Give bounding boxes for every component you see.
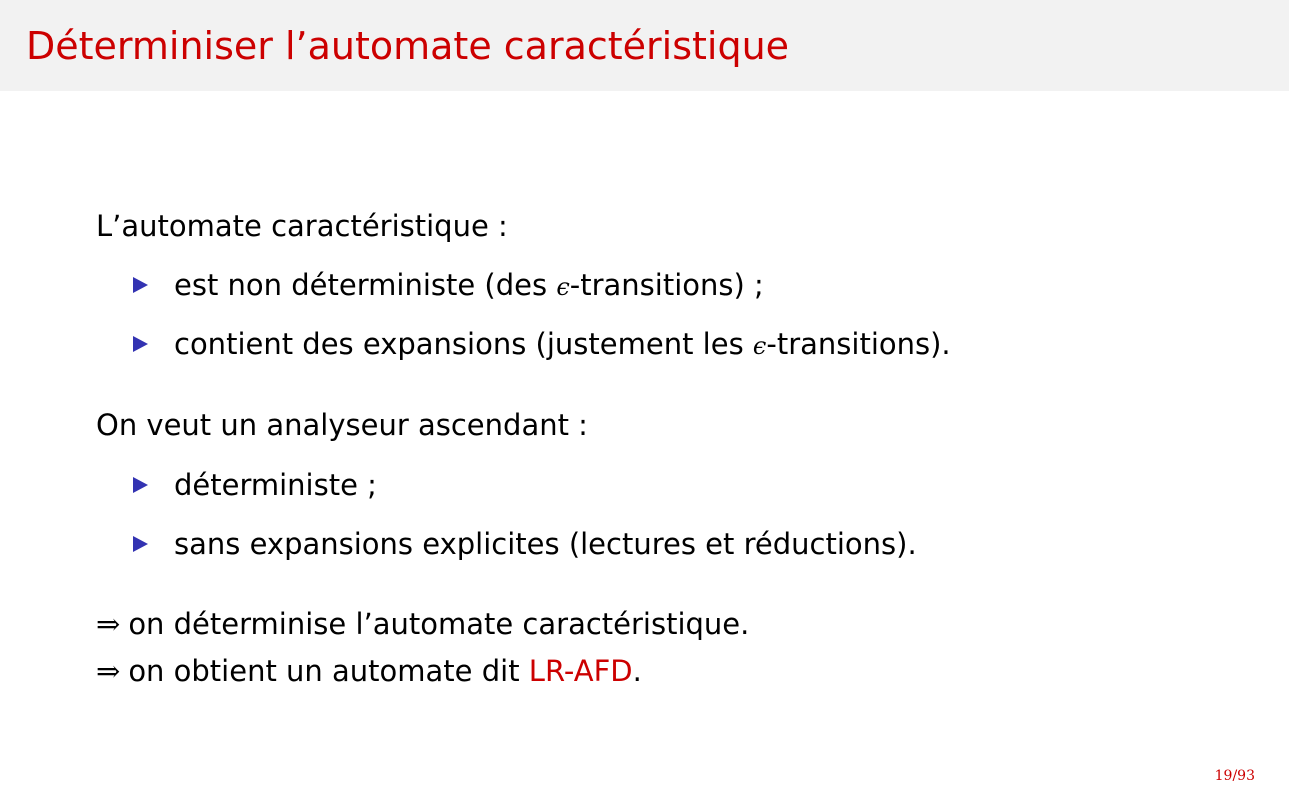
item-text: déterministe ; <box>174 468 377 502</box>
epsilon-symbol: ϵ <box>752 332 767 360</box>
item-text: contient des expansions (justement les <box>174 327 753 361</box>
triangle-bullet-icon <box>133 536 148 552</box>
slide-content: L’automate caractéristique : est non dét… <box>0 0 1289 794</box>
implies-arrow-icon: ⇒ <box>96 654 121 688</box>
implies-arrow-icon: ⇒ <box>96 607 121 641</box>
conclusion-text: . <box>632 654 642 688</box>
item-text: -transitions) ; <box>569 268 764 302</box>
item-text: sans expansions explicites (lectures et … <box>174 527 917 561</box>
conclusion-line-2: ⇒ on obtient un automate dit LR-AFD. <box>96 651 642 691</box>
conclusion-line-1: ⇒ on déterminise l’automate caractéristiq… <box>96 604 749 644</box>
triangle-bullet-icon <box>133 477 148 493</box>
section2-intro: On veut un analyseur ascendant : <box>96 408 588 442</box>
conclusion-text: on obtient un automate dit <box>128 654 529 688</box>
page-number: 19/93 <box>1214 768 1255 784</box>
epsilon-symbol: ϵ <box>556 273 570 301</box>
triangle-bullet-icon <box>133 277 148 293</box>
list-item: est non déterministe (des ϵ-transitions)… <box>133 265 764 307</box>
section1-intro: L’automate caractéristique : <box>96 209 508 243</box>
conclusion-text: on déterminise l’automate caractéristiqu… <box>128 607 750 641</box>
list-item: contient des expansions (justement les ϵ… <box>133 324 951 366</box>
item-text: est non déterministe (des <box>174 268 557 302</box>
triangle-bullet-icon <box>133 336 148 352</box>
lr-afd-term: LR-AFD <box>528 654 633 688</box>
item-text: -transitions). <box>766 327 951 361</box>
list-item: déterministe ; <box>133 465 377 505</box>
list-item: sans expansions explicites (lectures et … <box>133 524 917 564</box>
